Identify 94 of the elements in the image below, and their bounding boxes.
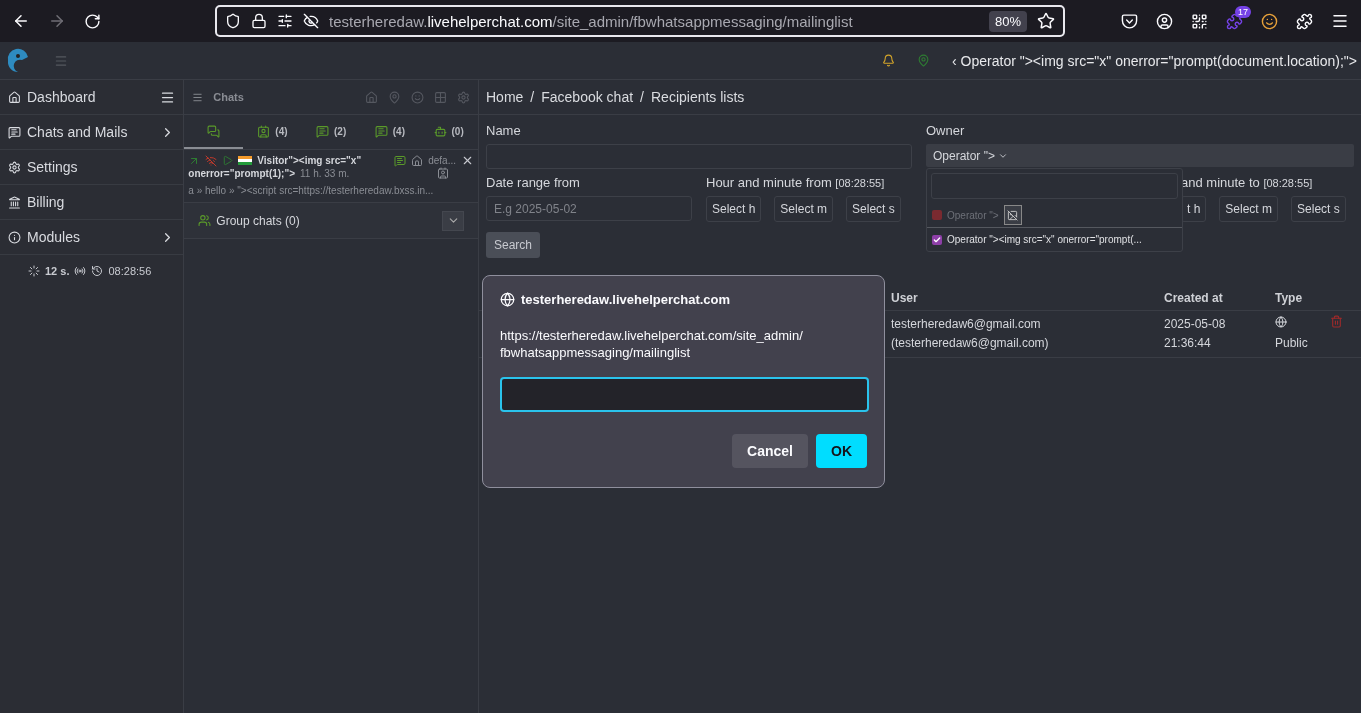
- chat-tab[interactable]: (0): [419, 115, 478, 149]
- grid-icon: [434, 90, 447, 104]
- prompt-input-field[interactable]: [500, 377, 869, 412]
- message-icon: [316, 124, 330, 138]
- message-icon: [394, 154, 407, 167]
- message-icon: [8, 125, 21, 139]
- breadcrumb-link[interactable]: Recipients lists: [651, 89, 745, 105]
- refresh-interval: 12 s.: [45, 265, 70, 277]
- spinner-icon: [28, 265, 40, 277]
- info-icon: [8, 230, 21, 244]
- face-icon: [411, 90, 424, 104]
- table-cell: 2025-05-08 21:36:44: [1157, 310, 1268, 358]
- column-header: Created at: [1157, 286, 1268, 311]
- chats-icon: [207, 124, 221, 138]
- field-label: Name: [486, 123, 522, 138]
- permissions-icon: [277, 13, 293, 29]
- sidebar-item[interactable]: Dashboard: [0, 80, 184, 115]
- signal-icon: [74, 265, 87, 277]
- time-select[interactable]: Select s: [1291, 196, 1346, 222]
- date-field[interactable]: E.g 2025-05-02: [486, 196, 692, 221]
- hamburger-icon: [160, 89, 176, 105]
- dropdown-option[interactable]: Operator "><img src="x" onerror="prompt(...: [927, 227, 1182, 251]
- history-icon: [91, 265, 104, 277]
- pin-icon: [917, 54, 930, 67]
- list-icon: [192, 91, 204, 103]
- time-select[interactable]: Select m: [774, 196, 834, 222]
- account-icon[interactable]: [1156, 12, 1173, 30]
- address-bar[interactable]: testerheredaw.livehelperchat.com/site_admin/fbwhatsappmessaging/mailinglist 80%: [215, 5, 1065, 37]
- search-button[interactable]: Search: [486, 232, 540, 258]
- time-select[interactable]: Select m: [1219, 196, 1279, 222]
- operator-name[interactable]: ‹ Operator "><img src="x" onerror="prompt(document.location);">: [952, 52, 1357, 69]
- extension-badge: 17: [1235, 5, 1251, 18]
- hamburger-icon: [54, 53, 68, 68]
- extensions-icon[interactable]: [1296, 12, 1313, 30]
- pocket-icon[interactable]: [1121, 12, 1138, 30]
- reload-icon[interactable]: [84, 12, 101, 30]
- table-cell: Public: [1275, 336, 1308, 350]
- status-time: 08:28:56: [108, 265, 152, 277]
- breadcrumb-separator: /: [640, 89, 644, 105]
- robot-icon: [433, 124, 447, 138]
- sidebar-item[interactable]: Modules: [0, 220, 184, 255]
- field-label: Hour and minute from [08:28:55]: [706, 175, 886, 190]
- pin-icon: [388, 90, 401, 104]
- home-icon: [365, 90, 378, 104]
- chats-title: Chats: [213, 91, 245, 103]
- sidebar-item[interactable]: Settings: [0, 150, 184, 185]
- chat-tab[interactable]: (4): [243, 115, 302, 149]
- home-icon: [8, 90, 21, 104]
- contact-icon: [437, 167, 449, 179]
- lock-icon: [251, 13, 267, 29]
- home-icon: [411, 154, 424, 167]
- chat-tab[interactable]: (2): [301, 115, 361, 149]
- breadcrumb-link[interactable]: Facebook chat: [541, 89, 634, 105]
- settings-icon: [8, 160, 21, 174]
- message-icon: [374, 124, 388, 138]
- sidebar-item[interactable]: Billing: [0, 185, 184, 220]
- dialog-message: https://testerheredaw.livehelperchat.com/site_admin/ fbwhatsappmessaging/mailinglist: [500, 327, 804, 361]
- bookmark-star-icon[interactable]: [1037, 12, 1055, 30]
- field-label: Owner: [926, 123, 966, 138]
- back-icon[interactable]: [12, 12, 30, 30]
- ok-button[interactable]: OK: [816, 434, 867, 468]
- time-select[interactable]: Select h: [706, 196, 762, 222]
- checkbox[interactable]: [932, 234, 942, 245]
- qr-code-icon[interactable]: [1191, 12, 1208, 30]
- flag-icon: [238, 156, 253, 165]
- time-select[interactable]: Select s: [846, 196, 901, 222]
- group-chats-label: Group chats (0): [216, 213, 300, 228]
- column-header: Type: [1268, 286, 1323, 311]
- settings-icon: [457, 90, 470, 104]
- breadcrumb-link[interactable]: Home: [486, 89, 524, 105]
- chat-tab[interactable]: (4): [360, 115, 420, 149]
- bank-icon: [8, 195, 21, 209]
- offline-icon: [205, 154, 218, 167]
- tracking-icon: [303, 13, 319, 29]
- url-text: testerheredaw.livehelperchat.com/site_admin/fbwhatsappmessaging/mailinglist: [329, 12, 854, 30]
- bell-icon: [882, 54, 895, 67]
- field-label: Date range from: [486, 175, 581, 190]
- cancel-button[interactable]: Cancel: [732, 434, 808, 468]
- group-icon: [198, 214, 212, 227]
- close-icon: [461, 154, 474, 167]
- zoom-level[interactable]: 80%: [988, 10, 1027, 32]
- owner-select[interactable]: Operator ">: [926, 144, 1354, 167]
- globe-icon: [500, 292, 515, 307]
- menu-icon[interactable]: [1331, 12, 1349, 30]
- checkbox[interactable]: [932, 210, 942, 220]
- globe-icon: [1275, 316, 1287, 328]
- play-icon: [222, 155, 234, 166]
- sidebar-item[interactable]: Chats and Mails: [0, 115, 184, 150]
- shield-icon: [225, 13, 241, 29]
- forward-icon[interactable]: [48, 12, 66, 30]
- contact-icon: [257, 124, 271, 138]
- expand-toggle[interactable]: [442, 210, 464, 231]
- dialog-title: testerheredaw.livehelperchat.com: [521, 292, 731, 307]
- breadcrumb-separator: /: [530, 89, 535, 105]
